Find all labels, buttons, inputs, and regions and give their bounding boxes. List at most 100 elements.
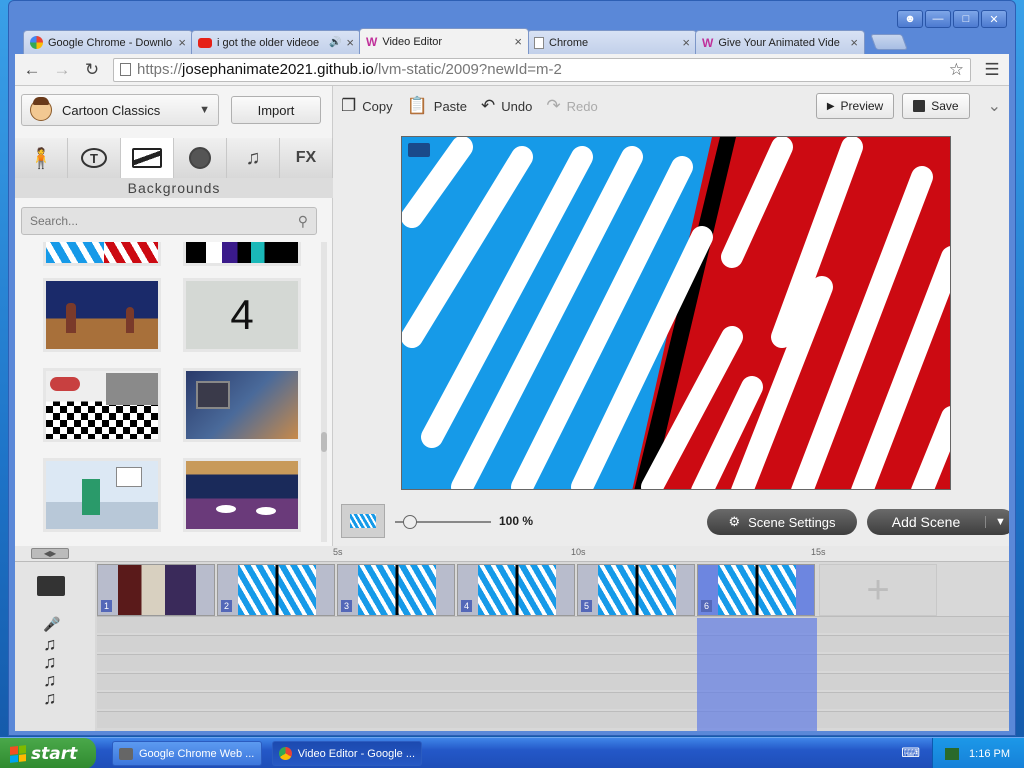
timeline: ◀▶ 5s 10s 15s 🎤 ♫ ♫ ♫ ♫ 1 2 3 4 5 6 + (15, 546, 1009, 731)
close-icon[interactable]: × (514, 34, 522, 49)
start-button[interactable]: start (0, 738, 96, 768)
network-icon[interactable] (945, 747, 960, 760)
chevron-down-icon[interactable]: ▼ (985, 516, 1009, 528)
thumb-color-bars[interactable] (183, 242, 301, 266)
sound-lane[interactable] (97, 635, 1009, 652)
reload-icon[interactable]: ↻ (83, 60, 101, 80)
add-scene-slot[interactable]: + (819, 564, 937, 616)
taskbar-item-chrome-web[interactable]: Google Chrome Web ... (112, 741, 262, 766)
scene-number: 4 (461, 600, 473, 612)
video-editor-page: Cartoon Classics ▼ Import 🧍 T ♫ FX Backg… (15, 86, 1009, 731)
asset-scrollbar[interactable] (321, 242, 327, 542)
taskbar: start Google Chrome Web ... Video Editor… (0, 737, 1024, 768)
sound-lane[interactable] (97, 711, 1009, 728)
close-window-button[interactable]: ✕ (981, 10, 1007, 28)
plus-icon: + (866, 567, 890, 612)
scrollbar-thumb[interactable] (321, 432, 327, 452)
thumb-cave-tv[interactable] (183, 368, 301, 442)
thumb-countdown-4[interactable]: 4 (183, 278, 301, 352)
camera-icon[interactable] (408, 143, 430, 157)
save-button[interactable]: Save (902, 93, 970, 119)
close-icon[interactable]: × (850, 35, 858, 50)
close-icon[interactable]: × (682, 35, 690, 50)
scene-clip[interactable]: 3 (337, 564, 455, 616)
preview-button[interactable]: ▶ Preview (815, 93, 895, 119)
scene-clip[interactable]: 1 (97, 564, 215, 616)
zoom-slider-handle[interactable] (403, 515, 417, 529)
browser-window: ☻ — □ ✕ Google Chrome - Downlo × i got t… (8, 0, 1016, 736)
thumb-diner[interactable] (43, 368, 161, 442)
sound-lane[interactable] (97, 692, 1009, 709)
redo-button[interactable]: ↷ Redo (546, 96, 597, 116)
scene-clip[interactable]: 2 (217, 564, 335, 616)
tab-text[interactable]: T (68, 138, 121, 178)
youtube-icon (198, 37, 212, 48)
tab-chrome[interactable]: Chrome × (527, 30, 697, 54)
tab-sound[interactable]: ♫ (227, 138, 280, 178)
track-icons: 🎤 ♫ ♫ ♫ ♫ (15, 562, 95, 731)
sound-lane[interactable] (97, 673, 1009, 690)
thumb-desert-night[interactable] (43, 278, 161, 352)
menu-icon[interactable]: ☰ (983, 60, 1001, 80)
editor-icon: W (366, 34, 378, 49)
timeline-zoom-handle[interactable]: ◀▶ (31, 548, 69, 559)
tab-video-editor[interactable]: W Video Editor × (359, 28, 529, 54)
maximize-button[interactable]: □ (953, 10, 979, 28)
thumb-waiting-room[interactable] (43, 458, 161, 532)
address-bar[interactable]: https://josephanimate2021.github.io/lvm-… (113, 57, 971, 82)
tab-give-your-animated[interactable]: W Give Your Animated Vide × (695, 30, 865, 54)
new-tab-button[interactable] (870, 34, 908, 50)
minimize-button[interactable]: — (925, 10, 951, 28)
thumb-stripes[interactable] (43, 242, 161, 266)
clock: 1:16 PM (969, 747, 1010, 760)
keyboard-icon[interactable]: ⌨ (901, 745, 920, 761)
taskbar-item-video-editor[interactable]: Video Editor - Google ... (272, 741, 422, 766)
omnibar: ← → ↻ https://josephanimate2021.github.i… (15, 54, 1009, 86)
scene-clip-selected[interactable]: 6 (697, 564, 815, 616)
scene-clip[interactable]: 4 (457, 564, 575, 616)
chevron-down-icon[interactable]: ⌄ (988, 96, 1001, 116)
search-icon[interactable]: ⚲ (298, 213, 308, 230)
search-input[interactable] (30, 214, 298, 228)
add-scene-button[interactable]: Add Scene ▼ (867, 509, 1009, 535)
scene-thumbnail-icon[interactable] (341, 504, 385, 538)
speaker-icon[interactable]: 🔊 (329, 37, 341, 48)
voice-lane[interactable] (97, 616, 1009, 633)
paste-button[interactable]: 📋 Paste (407, 96, 467, 116)
character-face-icon (30, 97, 52, 121)
page-info-icon[interactable] (120, 63, 131, 76)
music-note-icon: ♫ (245, 146, 261, 169)
countdown-number: 4 (230, 291, 254, 338)
scene-preview (238, 565, 316, 615)
timeline-tracks: 1 2 3 4 5 6 + (97, 562, 1009, 731)
tab-characters[interactable]: 🧍 (15, 138, 68, 178)
scene-settings-button[interactable]: ⚙ Scene Settings (707, 509, 857, 535)
tab-fx[interactable]: FX (280, 138, 333, 178)
close-icon[interactable]: × (178, 35, 186, 50)
tab-youtube[interactable]: i got the older videoe 🔊 × (191, 30, 361, 54)
window-controls: ☻ — □ ✕ (897, 10, 1007, 28)
category-tabs: 🧍 T ♫ FX (15, 138, 333, 178)
film-strip-icon (37, 576, 65, 596)
undo-button[interactable]: ↶ Undo (481, 96, 532, 116)
ruler-label: 5s (333, 547, 343, 557)
bookmark-star-icon[interactable]: ☆ (949, 60, 964, 80)
forward-arrow-icon[interactable]: → (53, 60, 71, 80)
tab-backgrounds[interactable] (121, 138, 174, 178)
timeline-ruler[interactable]: ◀▶ 5s 10s 15s (15, 546, 1009, 562)
import-button[interactable]: Import (231, 96, 321, 124)
editor-toolbar: ❐ Copy 📋 Paste ↶ Undo ↷ Redo ▶ Preview Save ⌄ (333, 86, 1009, 126)
back-arrow-icon[interactable]: ← (23, 60, 41, 80)
thumb-restaurant[interactable] (183, 458, 301, 532)
stage-canvas[interactable] (401, 136, 951, 490)
tab-props[interactable] (174, 138, 227, 178)
play-icon: ▶ (826, 100, 835, 112)
tab-google-chrome[interactable]: Google Chrome - Downlo × (23, 30, 193, 54)
close-icon[interactable]: × (346, 35, 354, 50)
copy-button[interactable]: ❐ Copy (341, 96, 393, 116)
scene-clip[interactable]: 5 (577, 564, 695, 616)
sound-lane[interactable] (97, 654, 1009, 671)
theme-selector[interactable]: Cartoon Classics ▼ (21, 94, 219, 126)
fx-label: FX (295, 149, 317, 166)
profile-button[interactable]: ☻ (897, 10, 923, 28)
